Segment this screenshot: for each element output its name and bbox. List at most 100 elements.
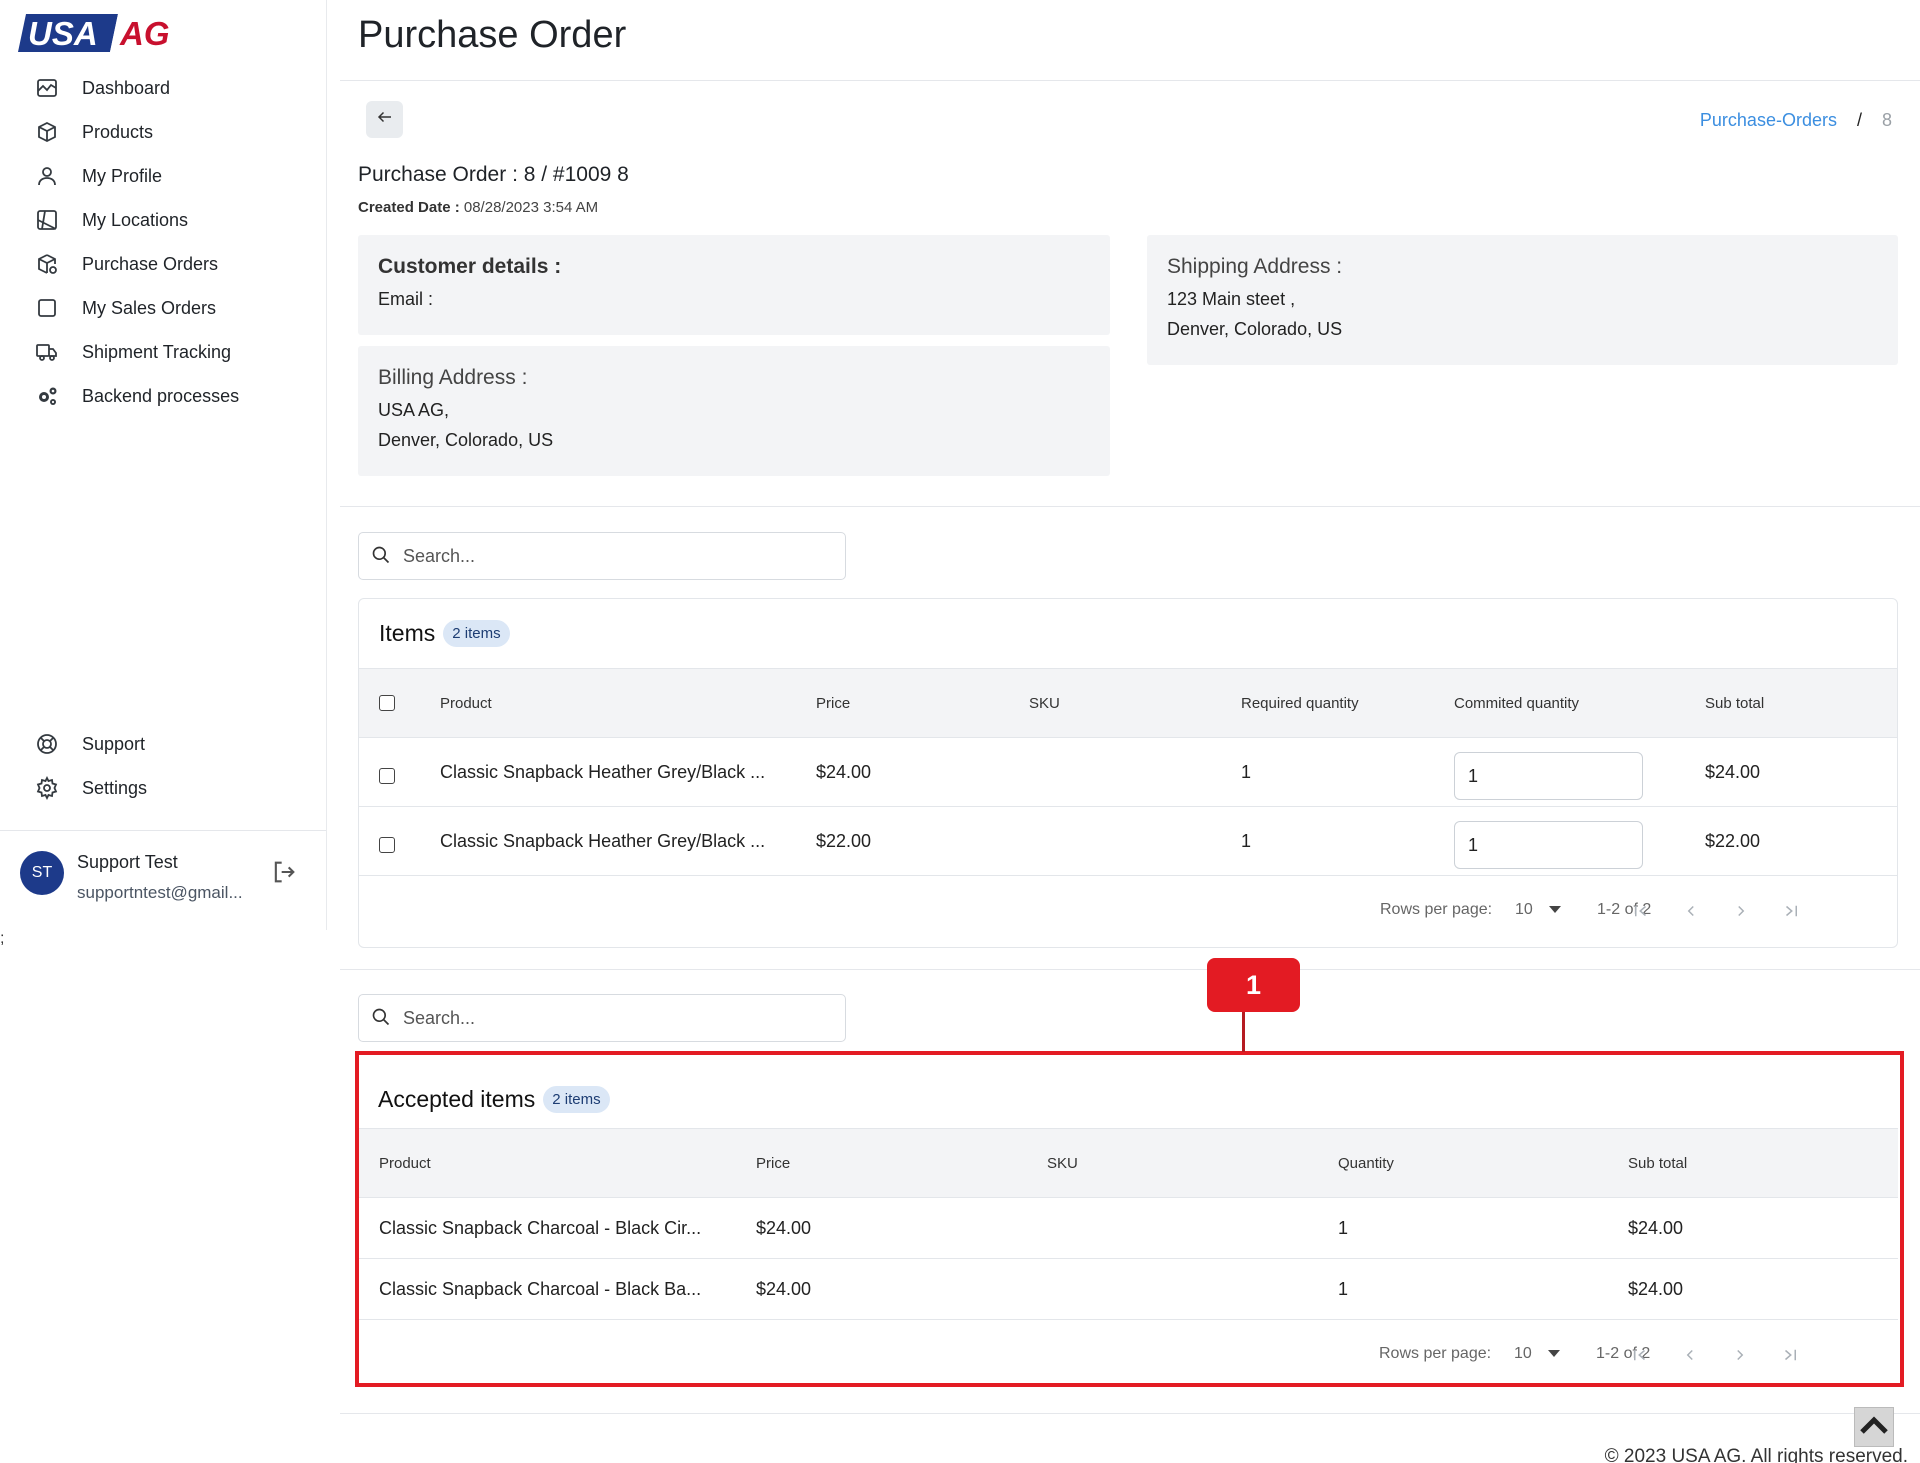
header-divider [340,80,1920,81]
logout-icon[interactable] [270,858,298,886]
breadcrumb-separator: / [1856,110,1862,130]
first-page-icon[interactable] [1626,896,1656,926]
user-email: supportntest@gmail... [77,883,243,902]
sidebar-item-shipment-tracking[interactable]: Shipment Tracking [0,330,326,374]
sidebar-item-label: Shipment Tracking [82,341,232,362]
row-checkbox[interactable] [379,768,395,784]
shipping-address-heading: Shipping Address : [1167,255,1343,278]
last-page-icon[interactable] [1776,896,1806,926]
row-product: Classic Snapback Heather Grey/Black ... [440,830,766,851]
user-card[interactable]: ST Support Test supportntest@gmail... [20,848,320,908]
sidebar-item-settings[interactable]: Settings [0,766,326,810]
items-table-title: Items [379,620,436,646]
billing-line-2: Denver, Colorado, US [378,430,554,450]
committed-quantity-input[interactable]: 1 [1454,752,1643,800]
avatar[interactable]: ST [20,851,64,895]
table-row[interactable]: Classic Snapback Heather Grey/Black ... … [359,807,1897,876]
sidebar-item-label: Settings [82,777,148,798]
caret-down-icon [1548,901,1561,919]
order-title: Purchase Order : 8 / #1009 8 [358,163,629,186]
column-header-sku[interactable]: SKU [1029,669,1060,737]
sidebar-item-label: Support [82,733,146,754]
annotation-connector [1242,1010,1245,1052]
package-cog-icon [34,251,60,277]
page-title: Purchase Order [358,14,627,56]
previous-page-icon[interactable] [1676,896,1706,926]
logo-usa-text: USA [28,15,98,52]
select-all-checkbox[interactable] [379,695,395,711]
items-search[interactable] [358,532,846,580]
sidebar-item-support[interactable]: Support [0,722,326,766]
sidebar-item-label: My Locations [82,209,189,230]
user-icon [34,163,60,189]
customer-details-heading: Customer details : [378,255,562,278]
items-search-input[interactable] [403,545,823,567]
accepted-items-search-input[interactable] [403,1007,823,1029]
stray-text: ; [0,930,5,947]
row-required-quantity: 1 [1241,830,1252,851]
section-divider [340,969,1920,970]
annotation-label: 1 [1207,958,1300,1012]
sidebar-item-my-locations[interactable]: My Locations [0,198,326,242]
row-price: $22.00 [816,830,872,851]
arrow-left-icon [376,108,394,131]
annotation-highlight-box [355,1051,1904,1387]
footer-copyright: © 2023 USA AG. All rights reserved. [1604,1446,1908,1463]
row-required-quantity: 1 [1241,761,1252,782]
billing-address-heading: Billing Address : [378,366,528,389]
sidebar-item-label: Backend processes [82,385,240,406]
back-button[interactable] [366,101,403,138]
sidebar-item-label: Purchase Orders [82,253,219,274]
usa-ag-logo[interactable]: USA AG [18,14,184,52]
sidebar-item-label: My Sales Orders [82,297,217,318]
billing-address-card: Billing Address : USA AG, Denver, Colora… [358,346,1110,476]
rows-per-page-select[interactable]: 10 [1515,901,1561,919]
shipping-address-card: Shipping Address : 123 Main steet , Denv… [1147,235,1898,365]
customer-email-label: Email : [378,289,434,309]
rows-per-page-label: Rows per page: [1380,901,1493,918]
sidebar-item-products[interactable]: Products [0,110,326,154]
sidebar: USA AG Dashboard Products My Profile My … [0,0,327,930]
column-header-sub-total[interactable]: Sub total [1705,669,1764,737]
next-page-icon[interactable] [1726,896,1756,926]
map-icon [34,207,60,233]
column-header-committed-quantity[interactable]: Commited quantity [1454,669,1579,737]
section-divider [340,506,1920,507]
breadcrumb-current: 8 [1881,110,1892,130]
sidebar-nav: Dashboard Products My Profile My Locatio… [0,66,326,418]
items-table-header-row: Product Price SKU Required quantity Comm… [359,668,1897,738]
gears-icon [34,383,60,409]
footer-divider [340,1413,1920,1414]
row-sub-total: $24.00 [1705,761,1761,782]
sidebar-divider [0,830,326,831]
table-row[interactable]: Classic Snapback Heather Grey/Black ... … [359,738,1897,807]
column-header-required-quantity[interactable]: Required quantity [1241,669,1359,737]
lifebuoy-icon [34,731,60,757]
shipping-line-1: 123 Main steet , [1167,289,1296,309]
column-header-product[interactable]: Product [440,669,492,737]
accepted-items-search[interactable] [358,994,846,1042]
sidebar-bottom-nav: Support Settings [0,722,326,810]
sidebar-item-label: Products [82,121,154,142]
row-sub-total: $22.00 [1705,830,1761,851]
rows-per-page-value: 10 [1515,901,1533,918]
committed-quantity-input[interactable]: 1 [1454,821,1643,869]
search-icon [371,545,393,567]
items-table-card: Items 2 items Product Price SKU Required… [358,598,1898,948]
sidebar-item-my-sales-orders[interactable]: My Sales Orders [0,286,326,330]
items-count-badge: 2 items [443,620,510,647]
breadcrumb-link-purchase-orders[interactable]: Purchase-Orders [1700,110,1837,131]
customer-details-card: Customer details : Email : [358,235,1110,335]
row-checkbox[interactable] [379,837,395,853]
billing-line-1: USA AG, [378,400,450,420]
row-price: $24.00 [816,761,872,782]
column-header-price[interactable]: Price [816,669,850,737]
sidebar-item-backend-processes[interactable]: Backend processes [0,374,326,418]
sidebar-item-dashboard[interactable]: Dashboard [0,66,326,110]
sidebar-item-my-profile[interactable]: My Profile [0,154,326,198]
created-date-value: 08/28/2023 3:54 AM [463,199,599,216]
chevron-up-icon [1859,1415,1889,1440]
sidebar-item-purchase-orders[interactable]: Purchase Orders [0,242,326,286]
user-name: Support Test [77,852,178,872]
scroll-to-top-button[interactable] [1854,1407,1894,1447]
